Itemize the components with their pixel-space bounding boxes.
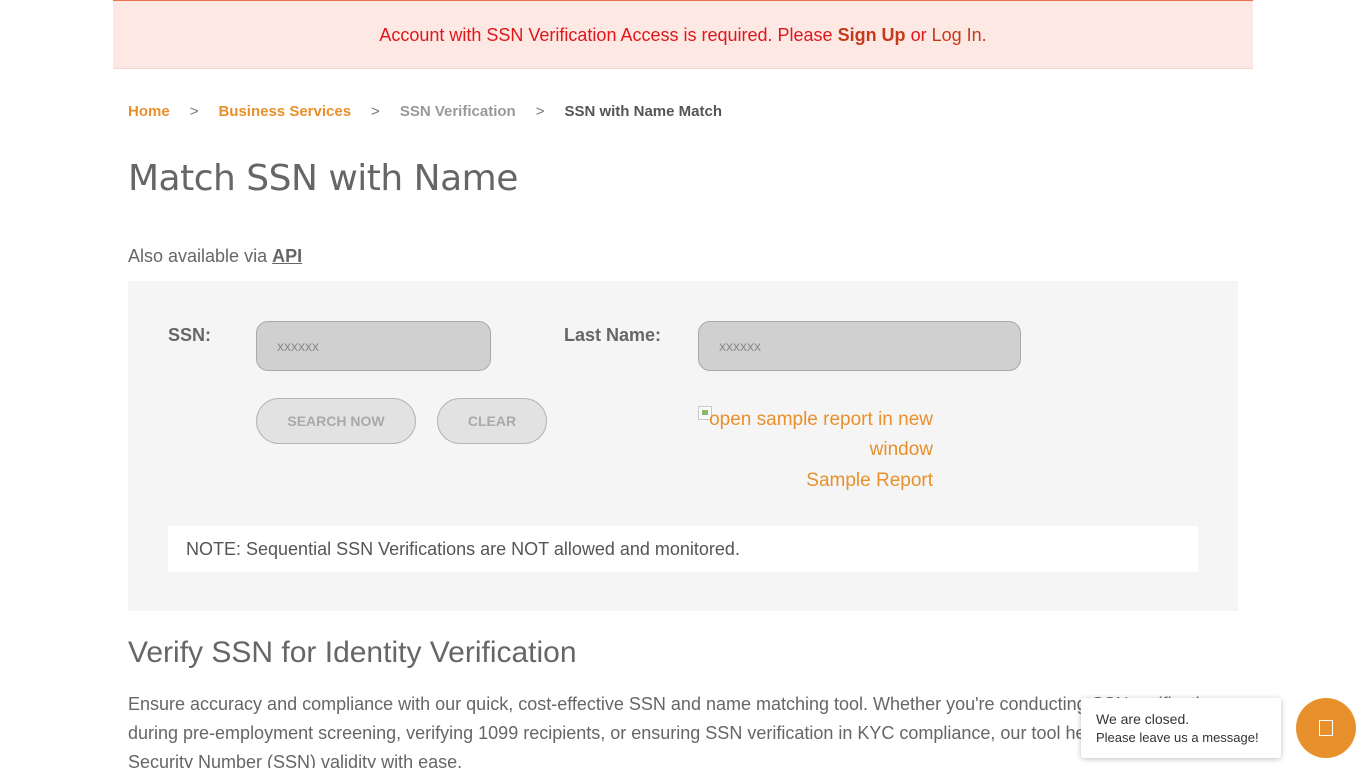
log-in-link[interactable]: Log In [932,25,982,45]
access-required-alert: Account with SSN Verification Access is … [113,0,1253,69]
ssn-input[interactable] [256,321,491,371]
sign-up-link[interactable]: Sign Up [838,25,906,45]
breadcrumb-ssn-verification-link[interactable]: SSN Verification [400,103,516,120]
clear-button[interactable]: CLEAR [437,398,547,444]
sequential-verification-note: NOTE: Sequential SSN Verifications are N… [168,526,1198,572]
alert-text-middle: or [905,25,932,45]
chat-status-bubble[interactable]: We are closed. Please leave us a message… [1081,698,1281,758]
section-title: Verify SSN for Identity Verification [128,636,577,669]
alert-text-prefix: Account with SSN Verification Access is … [379,25,838,45]
api-availability-text: Also available via API [128,246,302,267]
search-now-button[interactable]: SEARCH NOW [256,398,416,444]
last-name-label: Last Name: [564,325,662,345]
section-body-text: Ensure accuracy and compliance with our … [128,694,1227,768]
page-title: Match SSN with Name [128,158,518,199]
breadcrumb-current-page: SSN with Name Match [564,103,722,120]
breadcrumb-separator: > [371,103,380,120]
sample-report-image-alt-text[interactable]: open sample report in new window [698,405,933,465]
last-name-input[interactable] [698,321,1021,371]
breadcrumb-separator: > [535,103,545,120]
breadcrumb-business-services-link[interactable]: Business Services [218,103,351,120]
breadcrumb: Home > Business Services > SSN Verification >… [128,103,722,120]
sample-report-link[interactable]: Sample Report [698,470,933,492]
ssn-label: SSN: [168,325,212,345]
ssn-search-form-panel: SSN: Last Name: SEARCH NOW CLEAR open sa… [128,281,1238,611]
breadcrumb-separator: > [189,103,199,120]
chat-message-prompt: Please leave us a message! [1096,730,1259,745]
breadcrumb-home-link[interactable]: Home [128,103,170,120]
api-prefix-text: Also available via [128,246,273,266]
alert-text-suffix: . [981,25,987,45]
api-link[interactable]: API [272,246,302,266]
chat-status-text: We are closed. [1096,711,1190,727]
chat-launcher-button[interactable] [1296,698,1356,758]
chat-icon [1319,720,1333,736]
